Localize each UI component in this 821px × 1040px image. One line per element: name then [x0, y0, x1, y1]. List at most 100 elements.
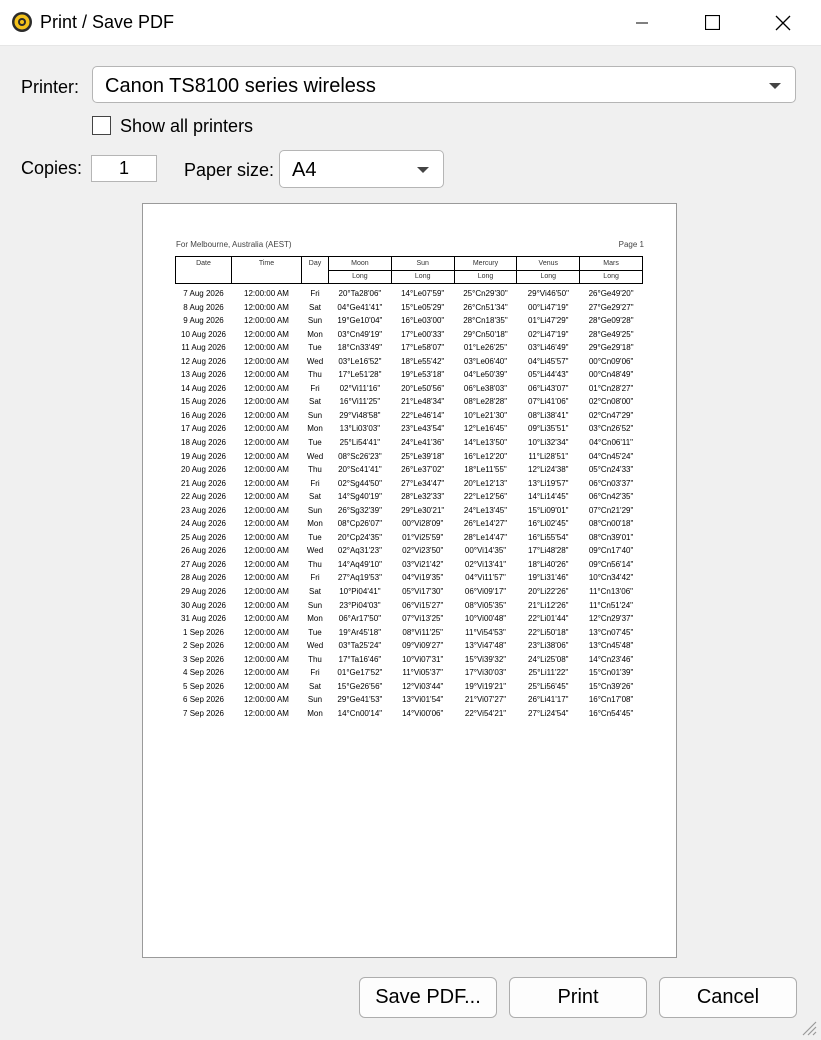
table-cell: 01°Cn28'27": [588, 383, 634, 393]
table-cell: 03°Le06'40": [463, 356, 508, 366]
save-pdf-button[interactable]: Save PDF...: [359, 977, 497, 1018]
table-cell: 12:00:00 AM: [244, 478, 289, 488]
table-cell: 17°Ta16'46": [338, 654, 382, 664]
table-row: 5 Sep 2026 12:00:00 AM Sat 15°Ge26'56" 12°Vi…: [176, 680, 643, 694]
table-cell: 4 Sep 2026: [183, 668, 224, 678]
table-row: 13 Aug 2026 12:00:00 AM Thu 17°Le51'28" 19°L…: [176, 368, 643, 382]
table-cell: 27°Aq19'53": [337, 573, 382, 583]
table-cell: 29°Ge29'18": [588, 343, 634, 353]
table-row: 28 Aug 2026 12:00:00 AM Fri 27°Aq19'53" 04°V…: [176, 571, 643, 585]
table-cell: 13°Vi01'54": [402, 695, 444, 705]
table-cell: 02°Cn47'29": [588, 410, 634, 420]
table-cell: 21°Le48'34": [401, 397, 445, 407]
minimize-button[interactable]: [612, 0, 672, 45]
table-cell: Wed: [306, 546, 324, 556]
paper-size-select[interactable]: A4: [279, 150, 444, 188]
table-cell: 28°Ge09'28": [588, 316, 634, 326]
table-cell: Wed: [306, 451, 324, 461]
table-cell: 18 Aug 2026: [181, 438, 226, 448]
table-cell: 14°Le13'50": [463, 438, 508, 448]
table-cell: Sun: [307, 316, 323, 326]
table-cell: 20°Le12'13": [463, 478, 508, 488]
table-row: 17 Aug 2026 12:00:00 AM Mon 13°Li03'03" 23°L…: [176, 422, 643, 436]
table-cell: 11°Li28'51": [528, 451, 569, 461]
table-cell: 06°Li43'07": [528, 383, 569, 393]
column-header: Date: [175, 256, 232, 284]
preview-location: For Melbourne, Australia (AEST): [176, 240, 292, 249]
preview-page-number: Page 1: [618, 240, 644, 249]
table-cell: 27°Le34'47": [401, 478, 445, 488]
table-cell: 8 Aug 2026: [183, 302, 224, 312]
table-cell: Sat: [308, 681, 321, 691]
table-cell: 24°Le13'45": [463, 505, 508, 515]
table-cell: 04°Le50'39": [463, 370, 508, 380]
table-cell: 13 Aug 2026: [181, 370, 226, 380]
table-cell: 11°Vi54'53": [465, 627, 506, 637]
table-cell: 22°Li50'18": [528, 627, 569, 637]
table-cell: 21°Li12'26": [528, 600, 569, 610]
table-cell: 29°Le30'21": [401, 505, 445, 515]
table-cell: Sun: [307, 410, 323, 420]
table-row: 30 Aug 2026 12:00:00 AM Sun 23°Pi04'03" 06°V…: [176, 599, 643, 613]
table-cell: 29°Vi48'58": [339, 410, 381, 420]
copies-input[interactable]: 1: [91, 155, 157, 182]
table-cell: 12:00:00 AM: [244, 424, 289, 434]
table-cell: 15°Le05'29": [401, 302, 445, 312]
print-button[interactable]: Print: [509, 977, 647, 1018]
table-cell: 31 Aug 2026: [181, 614, 226, 624]
table-cell: 22°Vi54'21": [464, 708, 507, 718]
chevron-down-icon: [417, 167, 429, 173]
table-cell: 26°Sg32'39": [337, 505, 382, 515]
maximize-button[interactable]: [682, 0, 742, 45]
table-cell: 14°Li14'45": [528, 492, 569, 502]
table-cell: 17°Le00'33": [401, 329, 445, 339]
table-cell: 16 Aug 2026: [181, 410, 226, 420]
table-cell: 23°Le43'54": [401, 424, 445, 434]
table-cell: 10°Vi07'31": [402, 654, 444, 664]
show-all-printers-checkbox[interactable]: [92, 116, 111, 135]
table-cell: Thu: [308, 559, 322, 569]
table-cell: Tue: [308, 343, 322, 353]
table-row: 2 Sep 2026 12:00:00 AM Wed 03°Ta25'24" 09°Vi…: [176, 639, 643, 653]
table-cell: 15°Ge26'56": [337, 681, 383, 691]
resize-grip-icon[interactable]: [799, 1018, 817, 1036]
table-cell: 10°Li32'34": [528, 438, 569, 448]
table-row: 23 Aug 2026 12:00:00 AM Sun 26°Sg32'39" 29°L…: [176, 504, 643, 518]
table-cell: 19°Li31'46": [528, 573, 569, 583]
table-cell: 14°Le07'59": [401, 289, 445, 298]
column-header: Sun Long: [390, 256, 455, 284]
table-cell: 06°Le38'03": [463, 383, 508, 393]
table-cell: Sat: [308, 492, 321, 502]
printer-select[interactable]: Canon TS8100 series wireless: [92, 66, 796, 103]
table-row: 4 Sep 2026 12:00:00 AM Fri 01°Ge17'52" 11°Vi…: [176, 666, 643, 680]
table-cell: 03°Ta25'24": [338, 641, 382, 651]
table-cell: 16°Vi11'25": [339, 397, 381, 407]
table-cell: 02°Sg44'50": [337, 478, 382, 488]
table-cell: Tue: [308, 627, 322, 637]
table-cell: 04°Cn45'24": [588, 451, 634, 461]
table-cell: 12:00:00 AM: [244, 329, 289, 339]
table-cell: 2 Sep 2026: [183, 641, 224, 651]
show-all-printers-label[interactable]: Show all printers: [120, 116, 253, 137]
table-cell: 1 Sep 2026: [183, 627, 224, 637]
cancel-button[interactable]: Cancel: [659, 977, 797, 1018]
table-cell: 06°Cn03'37": [588, 478, 634, 488]
table-cell: Wed: [306, 641, 324, 651]
close-button[interactable]: [753, 0, 813, 45]
column-header: Mercury Long: [453, 256, 518, 284]
table-cell: 23°Li38'06": [528, 641, 569, 651]
table-cell: 26°Cn51'34": [463, 302, 508, 312]
table-cell: 9 Aug 2026: [183, 316, 224, 326]
table-header-row: Date Time Day Moon Long Sun Long Mercury Lo…: [175, 256, 643, 284]
table-cell: 01°Ge17'52": [337, 668, 383, 678]
table-row: 14 Aug 2026 12:00:00 AM Fri 02°Vi11'16" 20°L…: [176, 382, 643, 396]
table-cell: Mon: [307, 614, 323, 624]
table-cell: 17°Vi30'03": [464, 668, 507, 678]
table-cell: 04°Vi11'57": [465, 573, 506, 583]
table-cell: 12:00:00 AM: [244, 600, 289, 610]
table-row: 8 Aug 2026 12:00:00 AM Sat 04°Ge41'41" 15°Le…: [176, 301, 643, 315]
table-cell: 12:00:00 AM: [244, 370, 289, 380]
table-row: 16 Aug 2026 12:00:00 AM Sun 29°Vi48'58" 22°L…: [176, 409, 643, 423]
table-cell: 14°Cn23'46": [588, 654, 634, 664]
table-cell: 12:00:00 AM: [244, 614, 289, 624]
